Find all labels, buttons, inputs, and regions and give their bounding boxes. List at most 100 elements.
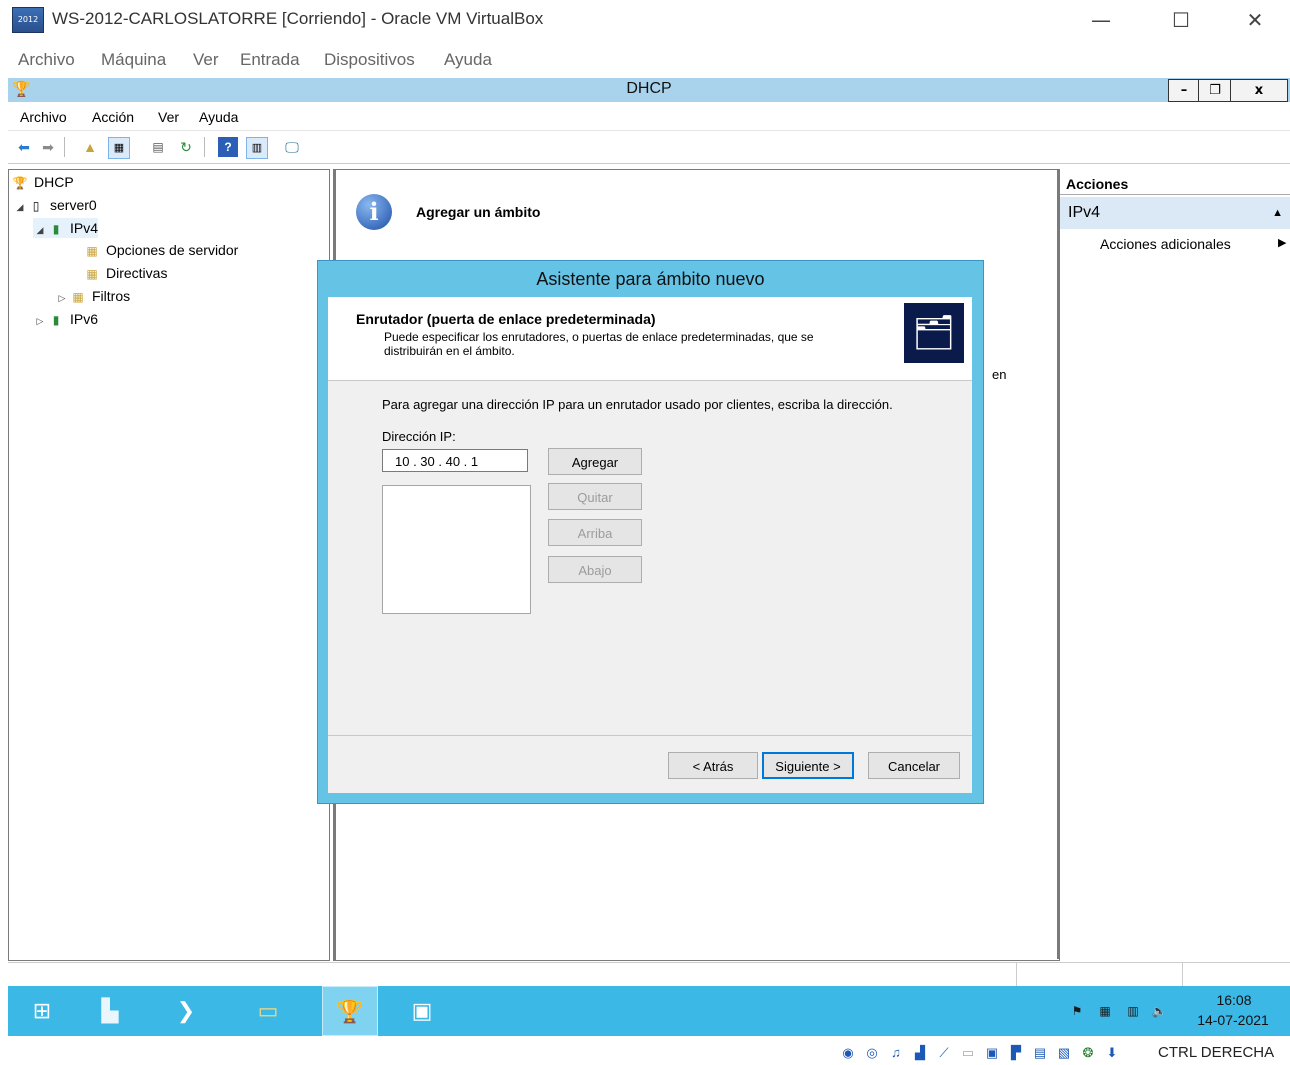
actions-section-ipv4[interactable]: IPv4 ▲ — [1060, 197, 1290, 229]
cancel-button[interactable]: Cancelar — [868, 752, 960, 779]
add-scope-heading: Agregar un ámbito — [416, 204, 541, 220]
status-divider — [1016, 963, 1017, 987]
clock-date[interactable]: 14-07-2021 — [1194, 1012, 1272, 1028]
vbox-menu-ayuda[interactable]: Ayuda — [444, 50, 492, 70]
collapse-icon[interactable]: ◢ — [33, 220, 47, 240]
router-list[interactable] — [382, 485, 531, 614]
network-icon[interactable]: ▥ — [1124, 1002, 1142, 1020]
tree-node-dhcp[interactable]: 🏆 DHCP — [11, 172, 74, 192]
back-icon[interactable]: ⬅ — [14, 137, 34, 157]
vbox-menu-entrada[interactable]: Entrada — [240, 50, 300, 70]
vbox-menu-archivo[interactable]: Archivo — [18, 50, 75, 70]
expand-icon[interactable]: ▷ — [55, 288, 69, 308]
start-icon[interactable]: ⊞ — [14, 986, 70, 1036]
actions-pane: Acciones IPv4 ▲ Acciones adicionales ▶ — [1057, 169, 1290, 959]
mmc-menu-accion[interactable]: Acción — [92, 109, 134, 125]
down-button[interactable]: Abajo — [548, 556, 642, 583]
collapse-icon[interactable]: ◢ — [13, 197, 27, 217]
refresh-icon[interactable]: ↻ — [176, 137, 196, 157]
ipv4-icon: ▮ — [52, 222, 60, 237]
hard-disk-icon[interactable]: ◉ — [838, 1043, 858, 1063]
filters-icon: ▦ — [72, 290, 84, 305]
tree-node-server-options[interactable]: ▦ Opciones de servidor — [69, 240, 238, 260]
properties-icon[interactable]: ▤ — [148, 137, 168, 157]
hidden-text-fragment: en — [992, 367, 1007, 382]
next-button[interactable]: Siguiente > — [762, 752, 854, 779]
mouse-integration-icon[interactable]: ❂ — [1078, 1043, 1098, 1063]
file-explorer-icon[interactable]: ▭ — [240, 986, 296, 1036]
tree-node-ipv6[interactable]: ▷ ▮ IPv6 — [33, 309, 98, 329]
up-folder-icon[interactable]: ▲ — [80, 137, 100, 157]
show-hide-tree-icon[interactable]: ▦ — [108, 137, 130, 159]
vt-x-icon[interactable]: ▧ — [1054, 1043, 1074, 1063]
toolbar-separator — [204, 137, 205, 157]
recording-icon[interactable]: ▛ — [1006, 1043, 1026, 1063]
volume-muted-icon[interactable]: 🔈 — [1150, 1002, 1168, 1020]
vbox-menu-maquina[interactable]: Máquina — [101, 50, 166, 70]
tree-node-policies[interactable]: ▦ Directivas — [69, 263, 167, 283]
keyboard-capture-icon[interactable]: ⬇ — [1102, 1043, 1122, 1063]
wizard-instruction: Para agregar una dirección IP para un en… — [382, 397, 893, 412]
toolbar-separator — [64, 137, 65, 157]
actions-header: Acciones — [1060, 169, 1290, 195]
new-scope-wizard-dialog: Asistente para ámbito nuevo Enrutador (p… — [317, 260, 984, 804]
mmc-menu-ayuda[interactable]: Ayuda — [199, 109, 238, 125]
minimize-button[interactable]: — — [1078, 4, 1124, 36]
wizard-body: Enrutador (puerta de enlace predetermina… — [328, 297, 972, 793]
submenu-arrow-icon: ▶ — [1278, 237, 1287, 249]
ip-address-input[interactable]: 10 . 30 . 40 . 1 — [382, 449, 528, 472]
network-adapter-icon[interactable]: ▟ — [910, 1043, 930, 1063]
host-key-label: CTRL DERECHA — [1158, 1044, 1275, 1061]
show-action-pane-icon[interactable]: ▥ — [246, 137, 268, 159]
back-button[interactable]: < Atrás — [668, 752, 758, 779]
policies-icon: ▦ — [86, 267, 98, 282]
close-button[interactable]: ✕ — [1232, 4, 1278, 36]
clock-time[interactable]: 16:08 — [1204, 992, 1264, 1008]
up-button[interactable]: Arriba — [548, 519, 642, 546]
control-panel-icon[interactable]: ▣ — [394, 986, 450, 1036]
forward-icon[interactable]: ➡ — [38, 137, 58, 157]
cpu-icon[interactable]: ▤ — [1030, 1043, 1050, 1063]
virtualbox-app-icon: 2012 — [12, 7, 44, 33]
taskbar: ⊞ ▙ ❯ ▭ 🏆 ▣ ⚑ ▦ ▥ 🔈 16:08 14-07-2021 — [8, 986, 1290, 1036]
wizard-step-description: Puede especificar los enrutadores, o pue… — [384, 330, 814, 358]
help-icon[interactable]: ? — [218, 137, 238, 157]
audio-icon[interactable]: ♫ — [886, 1043, 906, 1063]
more-actions-item[interactable]: Acciones adicionales — [1100, 236, 1231, 252]
server-manager-icon[interactable]: ▙ — [82, 986, 138, 1036]
remove-button[interactable]: Quitar — [548, 483, 642, 510]
add-button[interactable]: Agregar — [548, 448, 642, 475]
dhcp-taskbar-icon[interactable]: 🏆 — [322, 986, 378, 1036]
server-icon: ▯ — [32, 199, 40, 214]
mmc-close-button[interactable]: x — [1230, 79, 1288, 102]
hardware-icon[interactable]: ▦ — [1096, 1002, 1114, 1020]
monitor-icon[interactable]: 🖵 — [282, 137, 302, 157]
vbox-menu-dispositivos[interactable]: Dispositivos — [324, 50, 415, 70]
action-center-icon[interactable]: ⚑ — [1068, 1002, 1086, 1020]
info-icon: i — [356, 194, 392, 230]
optical-drive-icon[interactable]: ◎ — [862, 1043, 882, 1063]
tree-node-ipv4[interactable]: ◢ ▮ IPv4 — [33, 218, 99, 240]
vbox-menubar: Archivo Máquina Ver Entrada Dispositivos… — [0, 44, 1290, 74]
display-icon[interactable]: ▣ — [982, 1043, 1002, 1063]
mmc-statusbar — [8, 962, 1290, 987]
mmc-menu-archivo[interactable]: Archivo — [20, 109, 67, 125]
vbox-statusbar: ◉ ◎ ♫ ▟ ⟋ ▭ ▣ ▛ ▤ ▧ ❂ ⬇ CTRL DERECHA — [0, 1040, 1290, 1065]
shared-folders-icon[interactable]: ▭ — [958, 1043, 978, 1063]
vbox-menu-ver[interactable]: Ver — [193, 50, 219, 70]
mmc-restore-button[interactable]: ❐ — [1198, 79, 1232, 102]
expand-icon[interactable]: ▷ — [33, 311, 47, 331]
maximize-button[interactable]: ☐ — [1158, 4, 1204, 36]
mmc-menu-ver[interactable]: Ver — [158, 109, 179, 125]
tree-node-server0[interactable]: ◢ ▯ server0 — [13, 195, 97, 215]
vbox-window-title: WS-2012-CARLOSLATORRE [Corriendo] - Orac… — [52, 9, 544, 28]
usb-icon[interactable]: ⟋ — [934, 1043, 954, 1063]
status-divider — [1182, 963, 1183, 987]
mmc-minimize-button[interactable]: – — [1168, 79, 1200, 102]
options-icon: ▦ — [86, 244, 98, 259]
powershell-icon[interactable]: ❯ — [158, 986, 214, 1036]
mmc-toolbar: ⬅ ➡ ▲ ▦ ▤ ↻ ? ▥ 🖵 — [8, 131, 1290, 164]
collapse-up-icon[interactable]: ▲ — [1272, 197, 1283, 229]
dhcp-icon: 🏆 — [12, 176, 28, 191]
tree-node-filters[interactable]: ▷ ▦ Filtros — [59, 286, 131, 306]
